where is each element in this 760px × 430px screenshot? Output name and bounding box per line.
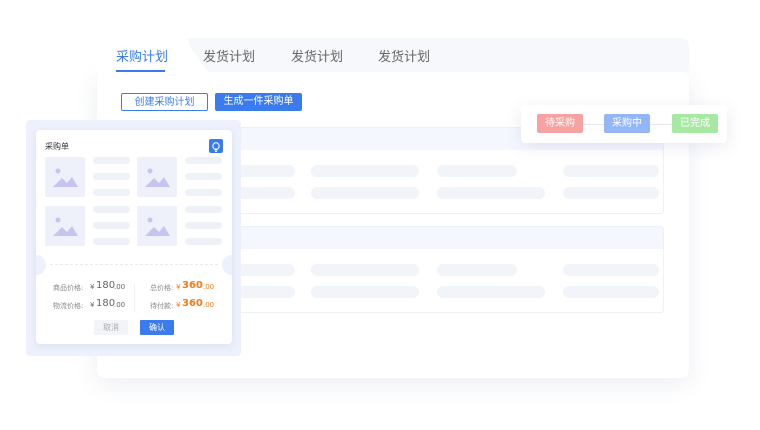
purchase-order-card: 采购单 商品价格: ¥ 180 .00 物流价格: ¥ 180 .00 总价格:… <box>36 130 232 344</box>
text-placeholder <box>185 189 222 196</box>
active-tab-indicator <box>116 70 165 72</box>
text-placeholder <box>185 238 222 245</box>
text-placeholder <box>93 206 130 213</box>
create-purchase-plan-button[interactable]: 创建采购计划 <box>121 93 208 111</box>
amount-due-currency: ¥ <box>176 301 181 309</box>
goods-price-value: 180 <box>96 280 116 291</box>
product-image-placeholder <box>137 206 177 246</box>
text-placeholder <box>93 189 130 196</box>
text-placeholder <box>185 173 222 180</box>
generate-purchase-order-button[interactable]: 生成一件采购单 <box>215 93 302 111</box>
goods-price-decimal: .00 <box>114 283 126 291</box>
shipping-price-label: 物流价格: <box>53 302 84 310</box>
goods-price-label: 商品价格: <box>53 284 84 292</box>
placeholder-cell <box>311 286 419 298</box>
status-badge-in-progress: 采购中 <box>604 114 650 133</box>
tab-purchase-plan[interactable]: 采购计划 <box>116 46 168 65</box>
placeholder-cell <box>437 187 545 199</box>
lightbulb-icon[interactable] <box>209 139 223 153</box>
placeholder-cell <box>563 286 659 298</box>
price-column-divider <box>134 284 135 312</box>
text-placeholder <box>185 157 222 164</box>
shipping-price-value: 180 <box>96 298 116 309</box>
status-connector <box>583 124 604 125</box>
placeholder-cell <box>437 165 517 177</box>
text-placeholder <box>93 222 130 229</box>
placeholder-cell <box>311 264 419 276</box>
text-placeholder <box>185 222 222 229</box>
ticket-notch-left <box>36 255 46 275</box>
placeholder-cell <box>311 187 419 199</box>
ticket-notch-right <box>222 255 232 275</box>
placeholder-cell <box>437 264 517 276</box>
product-image-placeholder <box>137 157 177 197</box>
status-badge-completed: 已完成 <box>672 114 718 133</box>
text-placeholder <box>93 173 130 180</box>
product-image-placeholder <box>45 206 85 246</box>
placeholder-cell <box>437 286 545 298</box>
table-block-2 <box>176 226 664 313</box>
shipping-price-currency: ¥ <box>90 301 95 309</box>
placeholder-cell <box>311 165 419 177</box>
amount-due-decimal: .00 <box>203 301 215 309</box>
product-image-placeholder <box>45 157 85 197</box>
total-price-value: 360 <box>182 280 203 291</box>
goods-price-currency: ¥ <box>90 283 95 291</box>
placeholder-cell <box>563 165 659 177</box>
amount-due-label: 待付款: <box>150 302 174 310</box>
status-badge-pending: 待采购 <box>537 114 583 133</box>
tab-shipping-plan-1[interactable]: 发货计划 <box>203 46 255 65</box>
total-price-currency: ¥ <box>176 283 181 291</box>
cancel-button[interactable]: 取消 <box>94 320 128 335</box>
tab-shipping-plan-2[interactable]: 发货计划 <box>291 46 343 65</box>
placeholder-cell <box>563 187 659 199</box>
placeholder-cell <box>563 264 659 276</box>
status-connector <box>650 124 672 125</box>
text-placeholder <box>93 238 130 245</box>
shipping-price-decimal: .00 <box>114 301 126 309</box>
total-price-label: 总价格: <box>150 284 174 292</box>
confirm-button[interactable]: 确认 <box>140 320 174 335</box>
tab-shipping-plan-3[interactable]: 发货计划 <box>378 46 430 65</box>
total-price-decimal: .00 <box>203 283 215 291</box>
text-placeholder <box>185 206 222 213</box>
order-title: 采购单 <box>45 142 69 151</box>
ticket-divider <box>50 264 218 265</box>
table-header <box>177 227 663 249</box>
amount-due-value: 360 <box>182 298 203 309</box>
text-placeholder <box>93 157 130 164</box>
